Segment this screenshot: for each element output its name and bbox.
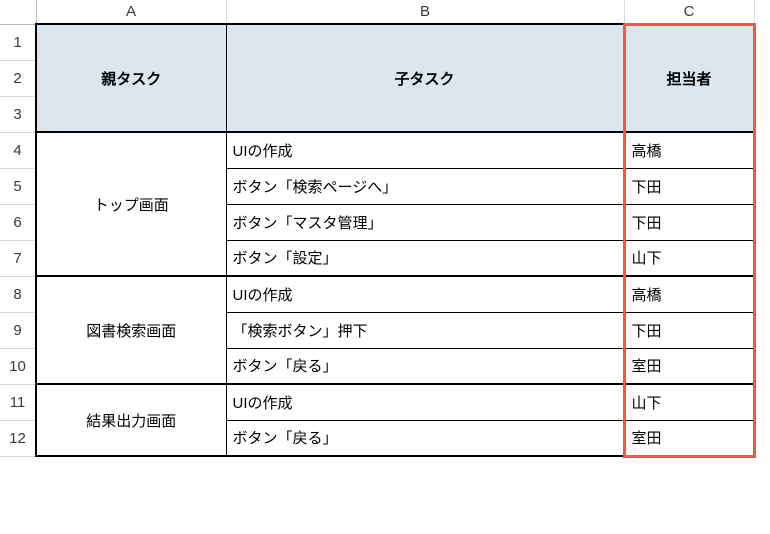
owner-cell[interactable]: 下田 [624,168,754,204]
child-task-cell[interactable]: UIの作成 [226,276,624,312]
child-task-cell[interactable]: 「検索ボタン」押下 [226,312,624,348]
child-task-cell[interactable]: UIの作成 [226,384,624,420]
row-header-6[interactable]: 6 [0,204,36,240]
child-task-cell[interactable]: UIの作成 [226,132,624,168]
owner-cell[interactable]: 下田 [624,312,754,348]
parent-task-cell[interactable]: トップ画面 [36,132,226,276]
owner-cell[interactable]: 下田 [624,204,754,240]
row-header-2[interactable]: 2 [0,60,36,96]
row-header-12[interactable]: 12 [0,420,36,456]
row-header-3[interactable]: 3 [0,96,36,132]
owner-cell[interactable]: 高橋 [624,132,754,168]
row-header-4[interactable]: 4 [0,132,36,168]
row-header-10[interactable]: 10 [0,348,36,384]
parent-task-cell[interactable]: 結果出力画面 [36,384,226,456]
row-header-9[interactable]: 9 [0,312,36,348]
row-header-11[interactable]: 11 [0,384,36,420]
header-parent-task[interactable]: 親タスク [36,24,226,132]
parent-task-cell[interactable]: 図書検索画面 [36,276,226,384]
child-task-cell[interactable]: ボタン「戻る」 [226,348,624,384]
row-header-5[interactable]: 5 [0,168,36,204]
col-header-a[interactable]: A [36,0,226,24]
owner-cell[interactable]: 山下 [624,384,754,420]
child-task-cell[interactable]: ボタン「設定」 [226,240,624,276]
spreadsheet[interactable]: A B C 1 親タスク 子タスク 担当者 2 3 4 トップ画面 UIの作成 … [0,0,756,458]
header-child-task[interactable]: 子タスク [226,24,624,132]
header-owner[interactable]: 担当者 [624,24,754,132]
corner-cell[interactable] [0,0,36,24]
owner-cell[interactable]: 室田 [624,348,754,384]
row-header-7[interactable]: 7 [0,240,36,276]
row-header-8[interactable]: 8 [0,276,36,312]
row-header-1[interactable]: 1 [0,24,36,60]
owner-cell[interactable]: 高橋 [624,276,754,312]
col-header-b[interactable]: B [226,0,624,24]
child-task-cell[interactable]: ボタン「マスタ管理」 [226,204,624,240]
child-task-cell[interactable]: ボタン「検索ページへ」 [226,168,624,204]
owner-cell[interactable]: 室田 [624,420,754,456]
owner-cell[interactable]: 山下 [624,240,754,276]
col-header-c[interactable]: C [624,0,754,24]
child-task-cell[interactable]: ボタン「戻る」 [226,420,624,456]
